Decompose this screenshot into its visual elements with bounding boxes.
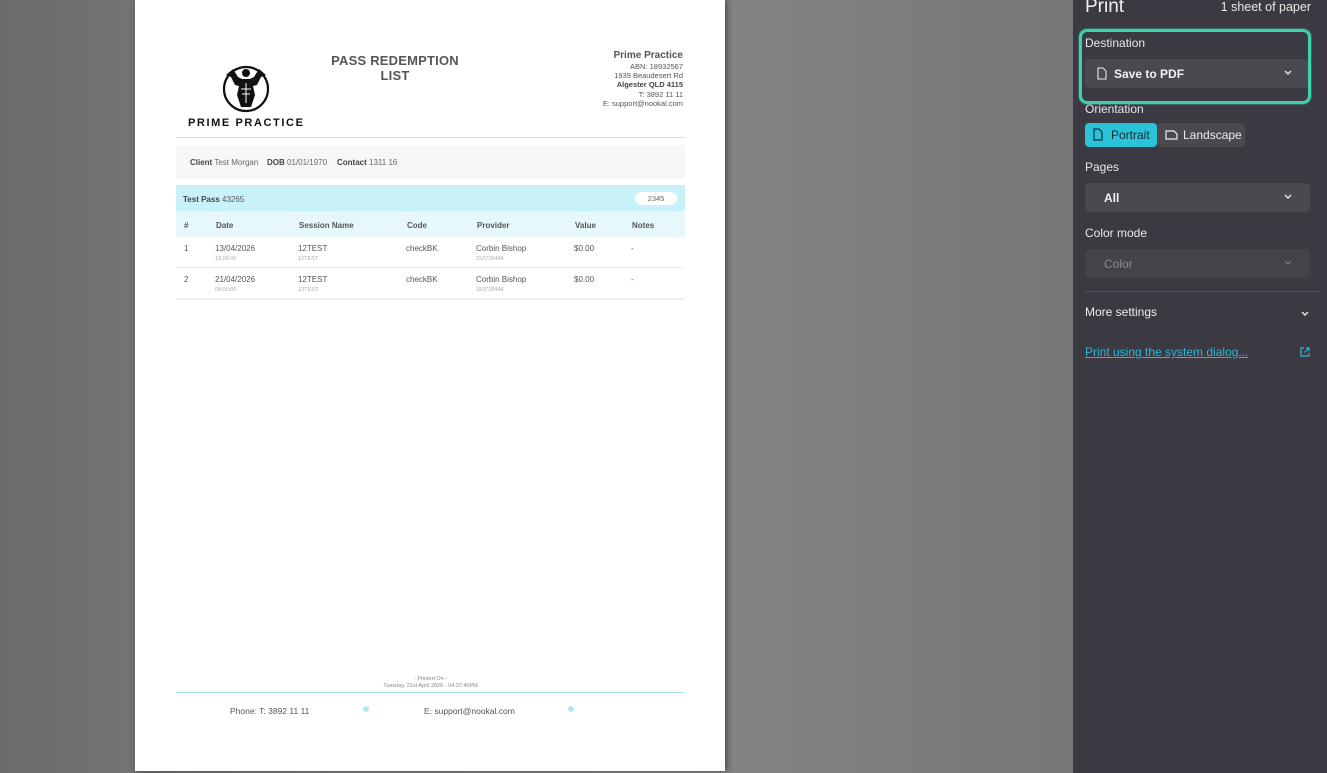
company-suburb: Algester QLD 4115 xyxy=(616,80,683,90)
chevron-down-icon xyxy=(1284,194,1292,199)
row-session-value: 12TEST xyxy=(298,275,328,284)
row-notes: - xyxy=(631,275,634,284)
system-dialog-link[interactable]: Print using the system dialog... xyxy=(1085,345,1248,359)
row-provider: Corbin Bishop 15372944K xyxy=(476,244,526,262)
row-provider-value: Corbin Bishop xyxy=(476,244,527,253)
pages-select[interactable]: All xyxy=(1085,183,1310,212)
row-provider-sub: 15372944K xyxy=(476,287,505,293)
preview-page: PASS REDEMPTION LIST PRIME PRACTICE Prim… xyxy=(135,0,725,771)
pass-name-label: Test Pass xyxy=(183,195,220,204)
footer-divider xyxy=(176,692,685,693)
row-provider-value: Corbin Bishop xyxy=(476,275,527,284)
row-provider: Corbin Bishop 15372944K xyxy=(476,275,526,293)
dob-label: DOB xyxy=(267,158,285,167)
document-title: PASS REDEMPTION LIST xyxy=(331,53,459,83)
pass-header: Test Pass 43265 2345 xyxy=(176,185,685,211)
col-session-name: Session Name xyxy=(299,221,354,230)
col-notes: Notes xyxy=(632,221,655,230)
landscape-label: Landscape xyxy=(1183,128,1242,142)
more-settings-toggle[interactable]: More settings xyxy=(1085,305,1157,319)
row-notes: - xyxy=(631,244,634,253)
pages-value: All xyxy=(1104,191,1120,205)
row-session: 12TEST 12TEST xyxy=(298,275,327,293)
row-date: 21/04/2026 08:00:00 xyxy=(215,275,255,293)
row-session: 12TEST 12TEST xyxy=(298,244,327,262)
row-value: $0.00 xyxy=(574,244,595,253)
sheet-count: 1 sheet of paper xyxy=(1220,0,1311,14)
color-mode-label: Color mode xyxy=(1085,226,1148,240)
header-divider xyxy=(176,137,685,138)
portrait-button[interactable]: Portrait xyxy=(1085,123,1157,147)
chevron-down-icon xyxy=(1284,260,1292,265)
company-name: Prime Practice xyxy=(613,50,684,61)
footer-phone: Phone: T: 3892 11 11 xyxy=(230,706,310,716)
row-session-sub: 12TEST xyxy=(298,256,319,262)
row-time: 08:00:00 xyxy=(215,287,237,293)
contact-value: 1311 16 xyxy=(369,158,398,167)
company-details: Prime Practice ABN: 18932567 1939 Beaude… xyxy=(603,49,683,108)
row-session-value: 12TEST xyxy=(298,244,328,253)
print-settings-panel: Print 1 sheet of paper Destination Save … xyxy=(1073,0,1327,773)
table-row: 2 21/04/2026 08:00:00 12TEST 12TEST checkB… xyxy=(176,268,685,298)
pass-badge: 2345 xyxy=(635,192,677,205)
bodybuilder-logo-icon xyxy=(222,65,270,113)
row-number: 1 xyxy=(184,244,189,253)
client-info: Client Test Morgan DOB 01/01/1970 Contac… xyxy=(176,145,685,179)
col-number: # xyxy=(184,221,189,230)
row-provider-sub: 15372944K xyxy=(476,256,505,262)
table-row: 1 13/04/2026 13:00:00 12TEST 12TEST checkB… xyxy=(176,237,685,267)
client-value: Test Morgan xyxy=(214,158,259,167)
color-mode-value: Color xyxy=(1104,257,1133,271)
client-label: Client xyxy=(190,158,213,167)
pages-label: Pages xyxy=(1085,160,1120,174)
chevron-down-icon[interactable] xyxy=(1299,307,1311,319)
row-date: 13/04/2026 13:00:00 xyxy=(215,244,255,262)
row-number: 2 xyxy=(184,275,189,284)
printed-on: - Printed On - Tuesday, 21st April 2026 … xyxy=(176,676,685,690)
row-session-sub: 12TEST xyxy=(298,287,319,293)
logo-text: PRIME PRACTICE xyxy=(188,117,305,129)
color-mode-select[interactable]: Color xyxy=(1085,249,1310,278)
row-date-value: 21/04/2026 xyxy=(215,275,256,284)
destination-focus-ring xyxy=(1079,29,1311,104)
orientation-label: Orientation xyxy=(1085,102,1144,116)
panel-title: Print xyxy=(1085,0,1125,17)
col-code: Code xyxy=(407,221,427,230)
portrait-page-icon xyxy=(1093,128,1103,141)
footer-email: E: support@nookal.com xyxy=(424,706,515,716)
table-bottom-border xyxy=(176,298,685,300)
panel-divider xyxy=(1085,291,1319,292)
print-preview-area: PASS REDEMPTION LIST PRIME PRACTICE Prim… xyxy=(0,0,1073,773)
row-date-value: 13/04/2026 xyxy=(215,244,256,253)
footer-dot-icon xyxy=(568,706,574,712)
row-code: checkBK xyxy=(406,244,438,253)
footer-dot-icon xyxy=(363,706,369,712)
row-time: 13:00:00 xyxy=(215,256,237,262)
company-phone: T: 3892 11 11 xyxy=(638,89,683,99)
company-email: E: support@nookal.com xyxy=(602,98,683,108)
landscape-page-icon xyxy=(1165,130,1178,140)
col-provider: Provider xyxy=(477,221,510,230)
col-date: Date xyxy=(216,221,234,230)
contact-label: Contact xyxy=(337,158,367,167)
printed-on-value: Tuesday, 21st April 2026 - 04:37:40PM xyxy=(383,683,478,689)
dob-value: 01/01/1970 xyxy=(287,158,328,167)
col-value: Value xyxy=(575,221,596,230)
printed-on-label: - Printed On - xyxy=(413,676,447,682)
external-link-icon[interactable] xyxy=(1299,346,1311,358)
company-abn: ABN: 18932567 xyxy=(630,62,683,71)
portrait-label: Portrait xyxy=(1111,128,1150,142)
table-header: # Date Session Name Code Provider Value … xyxy=(176,211,685,237)
row-value: $0.00 xyxy=(574,275,595,284)
row-code: checkBK xyxy=(406,275,438,284)
company-address: 1939 Beaudesert Rd xyxy=(614,71,683,81)
pass-name-value: 43265 xyxy=(222,195,245,204)
landscape-button[interactable]: Landscape xyxy=(1157,123,1245,147)
